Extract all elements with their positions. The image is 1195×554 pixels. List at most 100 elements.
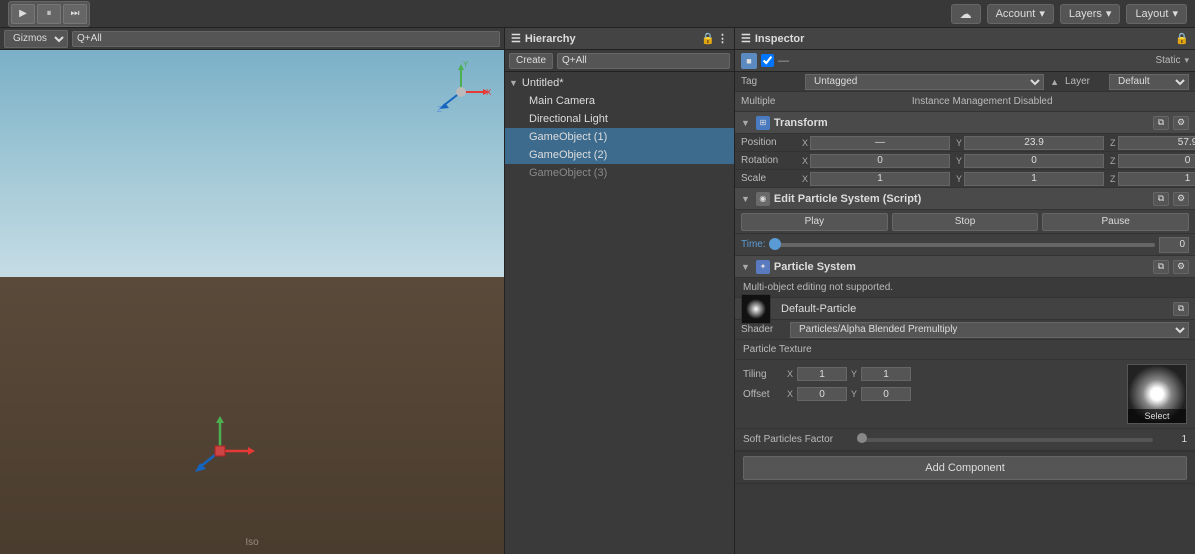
svg-text:X: X: [486, 88, 492, 97]
particle-system-header[interactable]: ▼ ✦ Particle System ⧉ ⚙: [735, 256, 1195, 278]
default-particle-title: Default-Particle: [781, 303, 856, 315]
eps-pause-button[interactable]: Pause: [1042, 213, 1189, 231]
tiling-row: Tiling X Y: [743, 364, 1119, 384]
particle-texture-main: Tiling X Y Offset X Y: [735, 360, 1195, 429]
scale-label: Scale: [741, 173, 796, 184]
tiling-y-input[interactable]: [861, 367, 911, 381]
position-y-input[interactable]: [964, 136, 1104, 150]
rotation-z-input[interactable]: [1118, 154, 1195, 168]
eps-copy-button[interactable]: ⧉: [1153, 192, 1169, 206]
ps-warning-text: Multi-object editing not supported.: [743, 282, 893, 293]
layout-button[interactable]: Layout ▾: [1126, 4, 1187, 24]
pos-x-axis: X: [802, 138, 808, 148]
hierarchy-controls: Create: [505, 50, 734, 72]
soft-particles-slider[interactable]: [857, 438, 1153, 442]
scale-x-input[interactable]: [810, 172, 950, 186]
hierarchy-gameobject-1[interactable]: GameObject (1): [505, 128, 734, 146]
scene-search-input[interactable]: [72, 31, 500, 47]
account-button[interactable]: Account ▾: [987, 4, 1054, 24]
hierarchy-title: Hierarchy: [525, 33, 576, 45]
position-x-input[interactable]: [810, 136, 950, 150]
eps-stop-button[interactable]: Stop: [892, 213, 1039, 231]
position-z-input[interactable]: [1118, 136, 1195, 150]
hierarchy-scene-item[interactable]: ▼ Untitled*: [505, 74, 734, 92]
ps-arrow-icon: ▼: [741, 262, 750, 272]
directional-light-label: Directional Light: [529, 113, 608, 125]
rotation-x-input[interactable]: [810, 154, 950, 168]
hierarchy-items: ▼ Untitled* Main Camera Directional Ligh…: [505, 72, 734, 554]
gizmos-dropdown[interactable]: Gizmos: [4, 30, 68, 48]
hierarchy-directional-light[interactable]: Directional Light: [505, 110, 734, 128]
object-active-checkbox[interactable]: [761, 54, 774, 67]
time-slider-thumb[interactable]: [769, 238, 781, 250]
rot-z-axis: Z: [1110, 156, 1116, 166]
inspector-title: Inspector: [755, 33, 805, 45]
hierarchy-gameobject-3[interactable]: GameObject (3): [505, 164, 734, 182]
hierarchy-header: ☰ Hierarchy 🔒 ⋮: [505, 28, 734, 50]
svg-text:Y: Y: [463, 60, 469, 69]
soft-particles-row: Soft Particles Factor 1: [735, 429, 1195, 451]
hierarchy-gameobject-2[interactable]: GameObject (2): [505, 146, 734, 164]
create-button[interactable]: Create: [509, 53, 553, 69]
rotation-y-input[interactable]: [964, 154, 1104, 168]
eps-header[interactable]: ▼ ◉ Edit Particle System (Script) ⧉ ⚙: [735, 188, 1195, 210]
hierarchy-menu-icon: ⋮: [717, 32, 728, 45]
offset-label: Offset: [743, 389, 783, 400]
layer-dropdown[interactable]: Default: [1109, 74, 1189, 90]
inspector-header: ☰ Inspector 🔒: [735, 28, 1195, 50]
multiple-row: Multiple Instance Management Disabled: [735, 92, 1195, 112]
particle-texture-thumbnail[interactable]: Select: [1127, 364, 1187, 424]
transform-header[interactable]: ▼ ⊞ Transform ⧉ ⚙: [735, 112, 1195, 134]
scene-panel: Gizmos: [0, 28, 505, 554]
svg-text:Z: Z: [437, 105, 442, 114]
transform-menu-button[interactable]: ⚙: [1173, 116, 1189, 130]
cloud-button[interactable]: ☁: [951, 4, 981, 24]
time-slider-track[interactable]: [775, 243, 1155, 247]
select-button[interactable]: Select: [1128, 409, 1186, 423]
offset-row: Offset X Y: [743, 384, 1119, 404]
shader-label: Shader: [741, 324, 786, 335]
tag-dropdown[interactable]: Untagged: [805, 74, 1044, 90]
static-label: Static: [1155, 55, 1180, 66]
dp-copy-button[interactable]: ⧉: [1173, 302, 1189, 316]
layout-label: Layout: [1135, 8, 1168, 20]
ps-menu-button[interactable]: ⚙: [1173, 260, 1189, 274]
gameobject-2-label: GameObject (2): [529, 149, 607, 161]
hierarchy-panel: ☰ Hierarchy 🔒 ⋮ Create ▼ Untitled* Main …: [505, 28, 735, 554]
tiling-x-input[interactable]: [797, 367, 847, 381]
default-particle-icon: [741, 294, 771, 324]
eps-menu-button[interactable]: ⚙: [1173, 192, 1189, 206]
add-component-button[interactable]: Add Component: [743, 456, 1187, 480]
tiling-label: Tiling: [743, 369, 783, 380]
instance-label: Instance Management Disabled: [775, 96, 1189, 107]
hierarchy-search-input[interactable]: [557, 53, 730, 69]
eps-play-button[interactable]: Play: [741, 213, 888, 231]
inspector-object-bar: ■ — Static ▾: [735, 50, 1195, 72]
shader-dropdown[interactable]: Particles/Alpha Blended Premultiply: [790, 322, 1189, 338]
tiling-y-axis: Y: [851, 369, 857, 379]
transform-copy-button[interactable]: ⧉: [1153, 116, 1169, 130]
top-bar: ▶ ⏸ ⏭ ☁ Account ▾ Layers ▾ Layout ▾: [0, 0, 1195, 28]
rot-y-axis: Y: [956, 156, 962, 166]
scene-axes: [180, 411, 260, 494]
scale-y-input[interactable]: [964, 172, 1104, 186]
offset-x-input[interactable]: [797, 387, 847, 401]
step-button[interactable]: ⏭: [63, 4, 87, 24]
play-button[interactable]: ▶: [11, 4, 35, 24]
scale-z-input[interactable]: [1118, 172, 1195, 186]
hierarchy-main-camera[interactable]: Main Camera: [505, 92, 734, 110]
soft-particles-value: 1: [1157, 434, 1187, 445]
offset-x-axis: X: [787, 389, 793, 399]
time-value-input[interactable]: [1159, 237, 1189, 253]
ps-copy-button[interactable]: ⧉: [1153, 260, 1169, 274]
tag-label: Tag: [741, 76, 801, 87]
soft-particles-thumb[interactable]: [857, 433, 867, 443]
pause-button[interactable]: ⏸: [37, 4, 61, 24]
object-name-dash: —: [778, 55, 789, 67]
tiling-x-axis: X: [787, 369, 793, 379]
shader-row: Shader Particles/Alpha Blended Premultip…: [735, 320, 1195, 340]
layers-button[interactable]: Layers ▾: [1060, 4, 1121, 24]
offset-y-input[interactable]: [861, 387, 911, 401]
transform-icon: ⊞: [756, 116, 770, 130]
rotation-row: Rotation X Y Z: [735, 152, 1195, 170]
